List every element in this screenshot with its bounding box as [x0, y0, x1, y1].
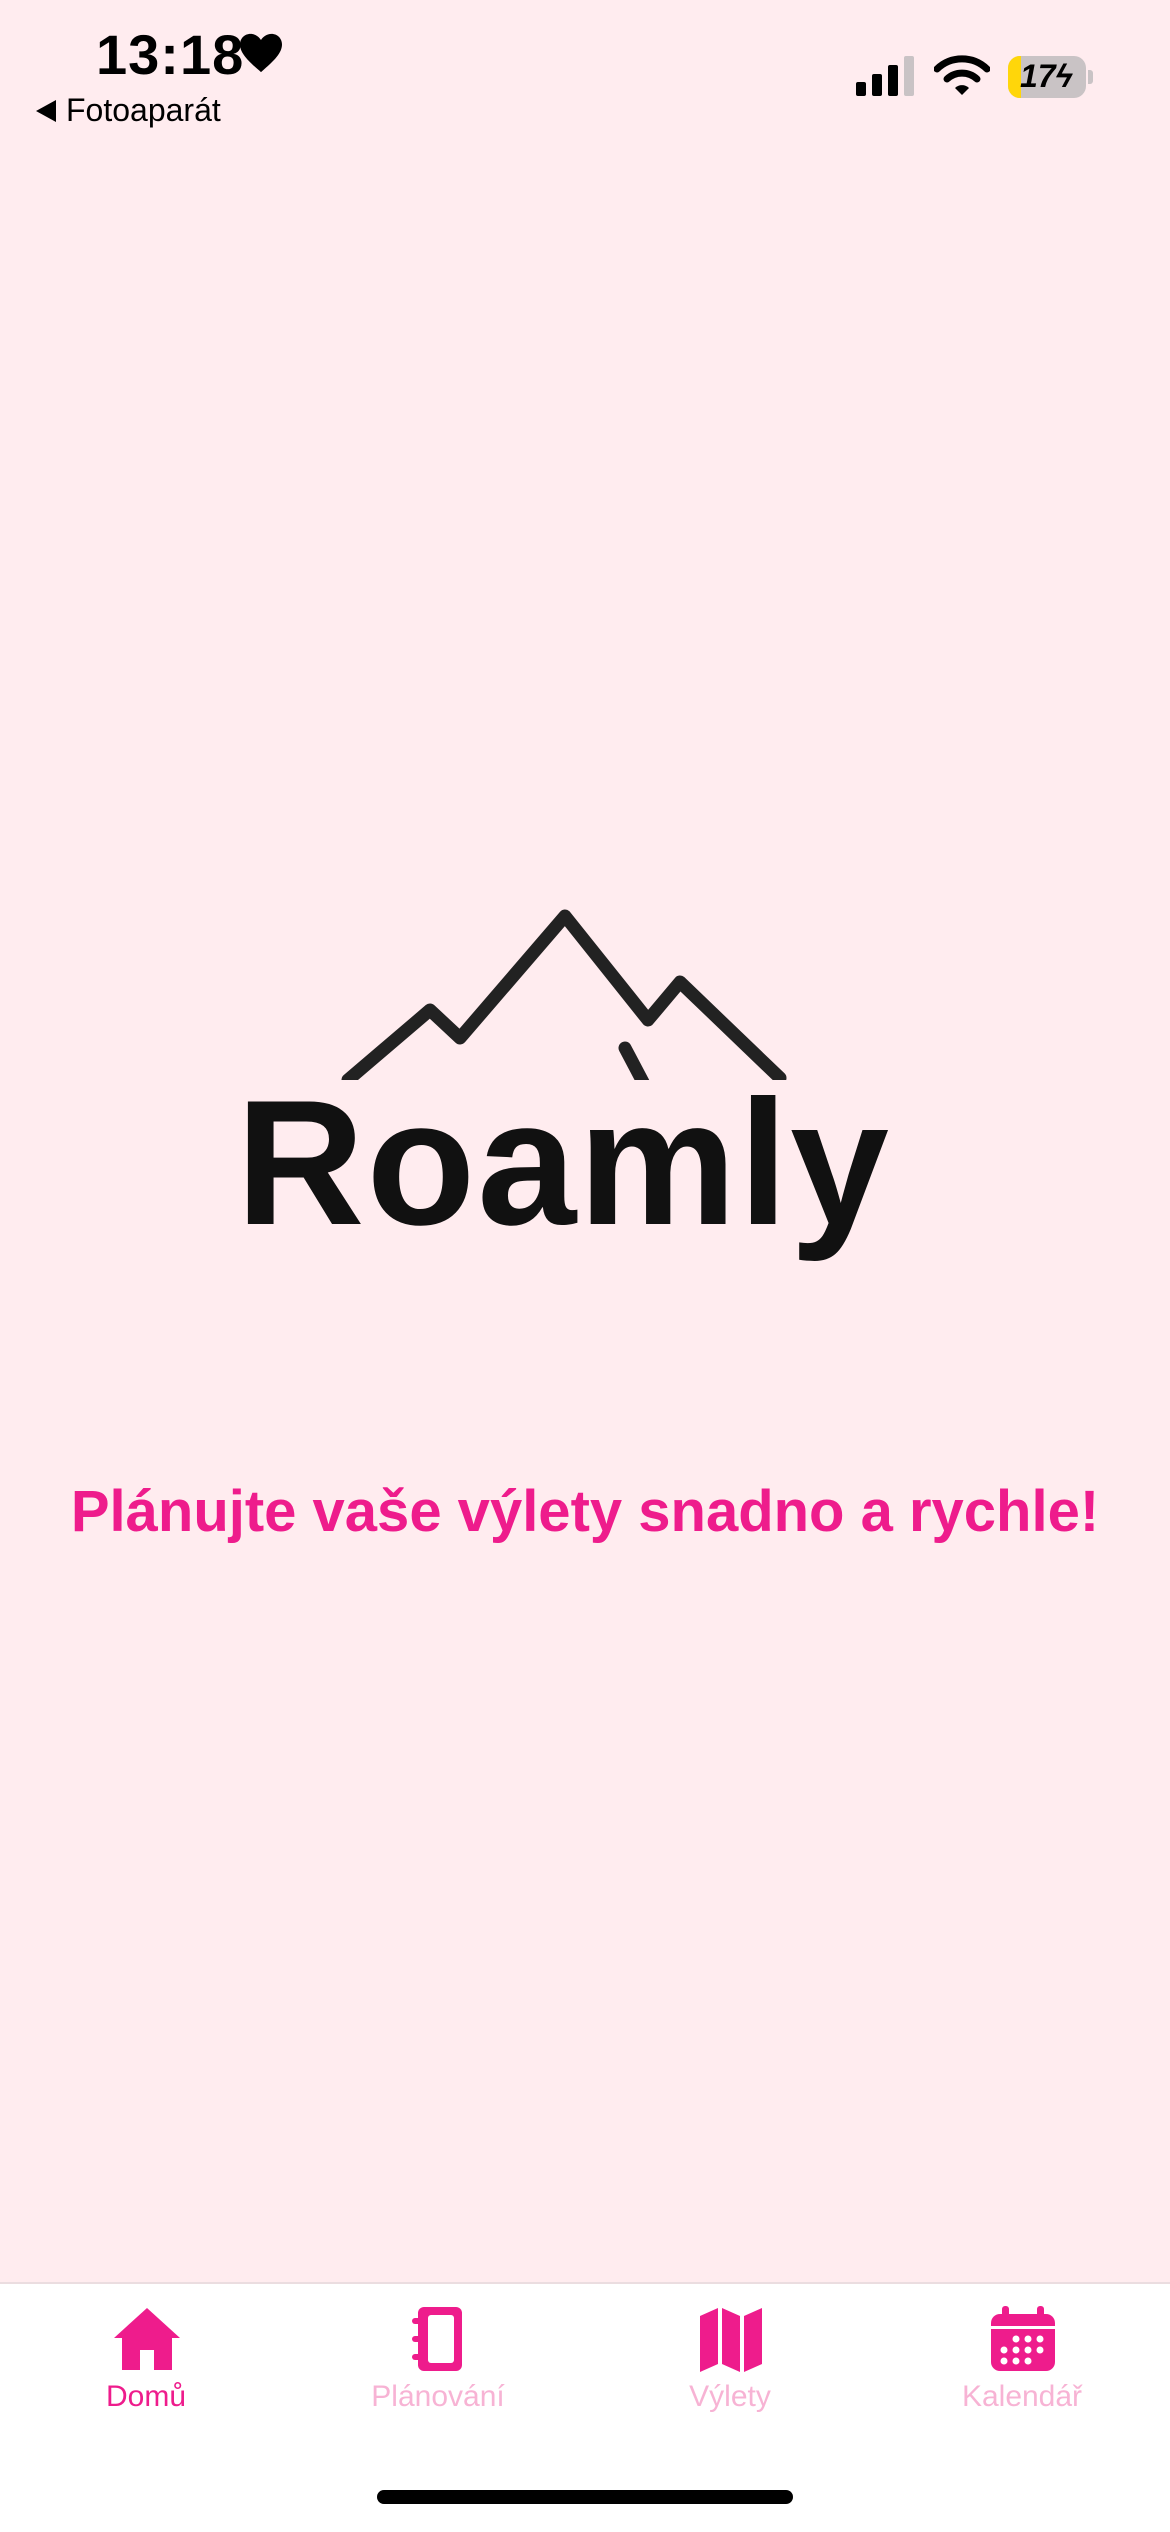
brand-name: Roamly — [236, 1063, 891, 1262]
tab-label: Výlety — [689, 2380, 771, 2413]
notebook-icon — [412, 2307, 462, 2371]
home-icon — [114, 2308, 180, 2370]
tab-label: Plánování — [371, 2380, 505, 2413]
splash-screen: 13:18 Fotoaparát 17ϟ Roamly Plánujte vaš… — [0, 0, 1170, 2532]
tab-home[interactable]: Domů — [0, 2284, 292, 2434]
tagline: Plánujte vaše výlety snadno a rychle! — [70, 1479, 1100, 1544]
tab-planning[interactable]: Plánování — [292, 2284, 584, 2434]
home-indicator[interactable] — [377, 2490, 793, 2504]
back-app-label: Fotoaparát — [66, 92, 221, 128]
tab-calendar[interactable]: Kalendář — [876, 2284, 1168, 2434]
back-to-app-button[interactable]: Fotoaparát — [36, 92, 221, 129]
cellular-signal-icon — [856, 56, 914, 96]
map-icon — [700, 2308, 762, 2372]
status-time: 13:18 — [96, 23, 245, 86]
back-arrow-icon — [36, 99, 56, 122]
tab-trips[interactable]: Výlety — [584, 2284, 876, 2434]
wifi-icon — [934, 55, 990, 95]
heart-icon — [240, 33, 282, 73]
battery-percent: 17ϟ — [1020, 58, 1073, 94]
calendar-icon — [991, 2306, 1055, 2371]
battery-indicator: 17ϟ — [1008, 56, 1093, 98]
tab-label: Domů — [105, 2380, 187, 2413]
roamly-logo: Roamly — [220, 880, 920, 1280]
mountain-icon — [341, 909, 787, 1080]
tab-label: Kalendář — [961, 2380, 1083, 2413]
